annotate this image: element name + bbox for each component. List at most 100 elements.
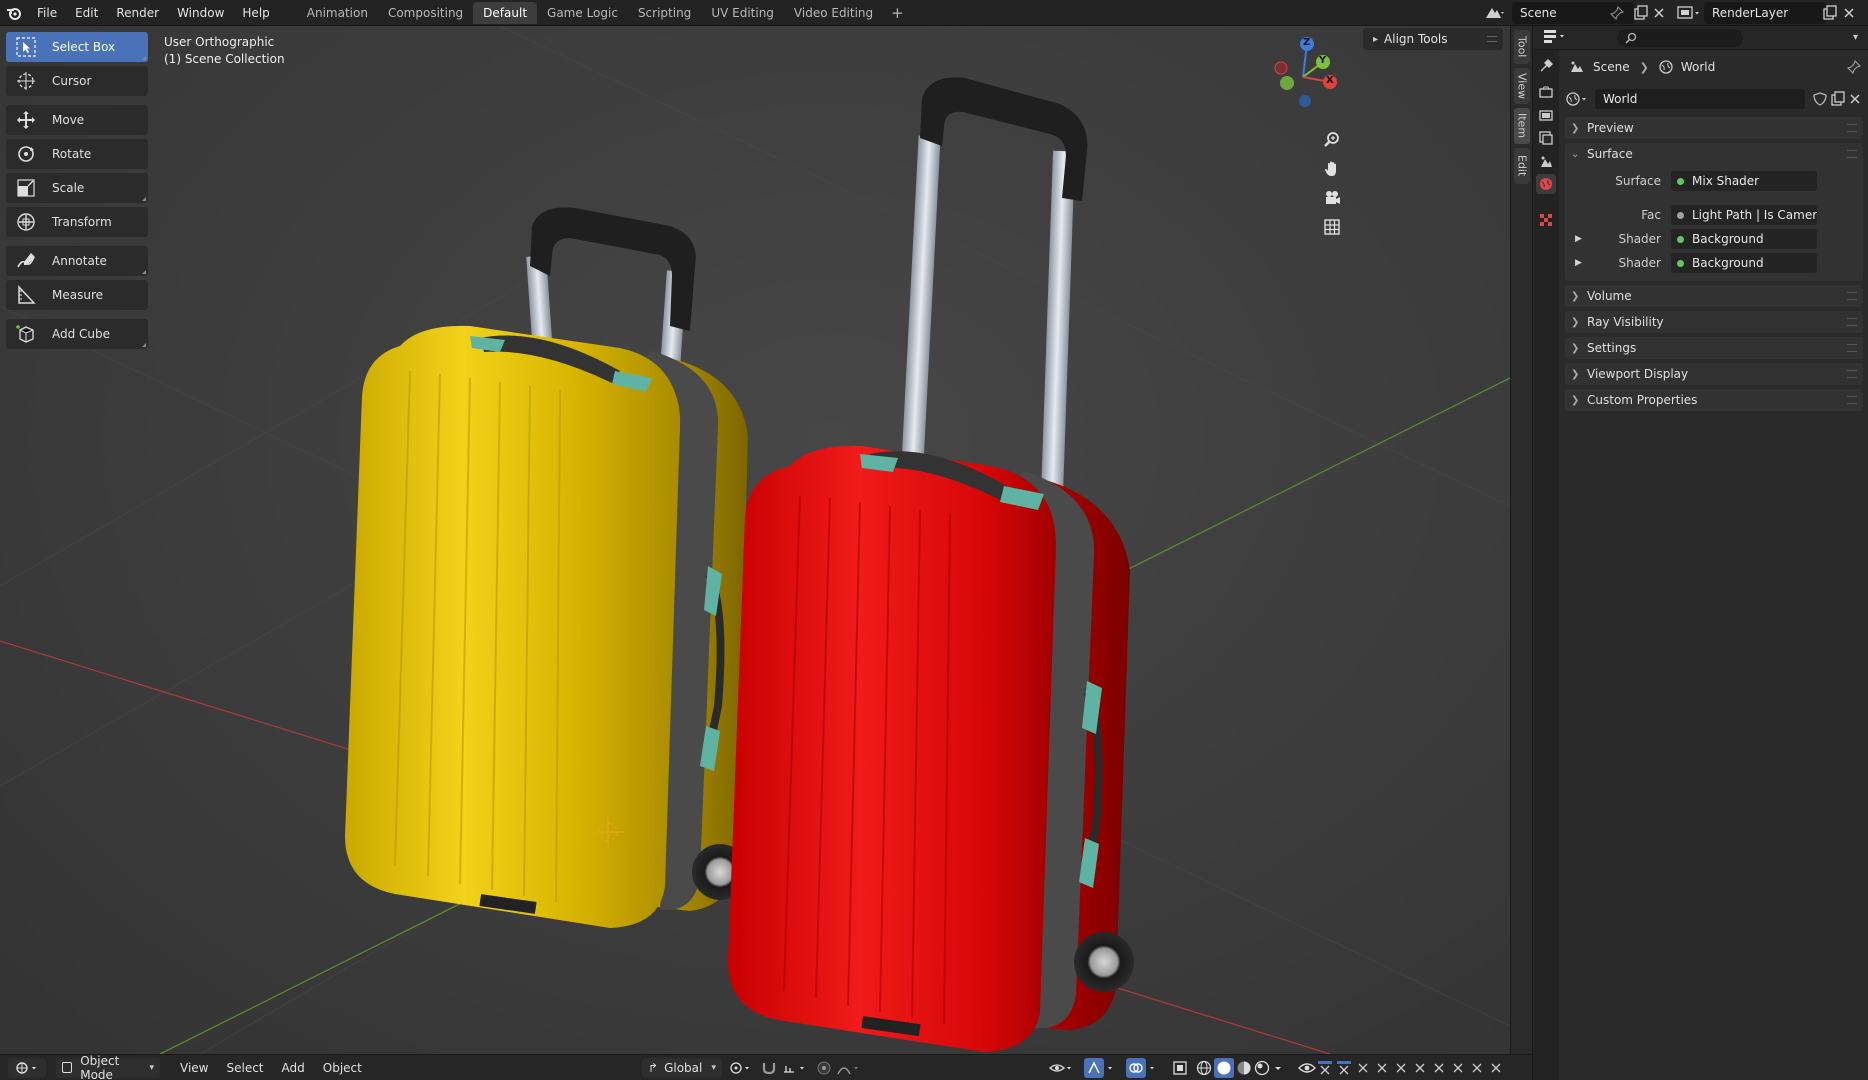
editor-type-icon[interactable] [1543,28,1569,47]
menu-help[interactable]: Help [233,0,278,26]
falloff-icon[interactable] [836,1060,864,1079]
tool-measure[interactable]: Measure [6,280,148,310]
drag-handle-icon[interactable] [1847,344,1857,352]
render-layer-icon[interactable] [1676,4,1702,25]
drag-handle-icon[interactable] [1847,370,1857,378]
tab-edit[interactable]: Edit [1514,148,1530,184]
search-input[interactable] [1617,28,1743,47]
add-workspace-button[interactable]: + [883,4,912,22]
close-icon[interactable] [1470,1061,1484,1075]
visibility-eye-icon[interactable] [1298,1060,1316,1079]
menu-file[interactable]: File [28,0,66,26]
editor-type-button[interactable] [8,1057,46,1078]
proportional-edit-icon[interactable] [816,1060,832,1079]
drag-handle-icon[interactable] [1847,318,1857,326]
breadcrumb-world[interactable]: World [1681,60,1715,74]
expand-triangle-icon[interactable]: ▶ [1575,258,1582,268]
panel-viewport-display[interactable]: ❯ Viewport Display [1565,363,1863,385]
close-icon[interactable] [1318,1061,1332,1075]
new-world-icon[interactable] [1829,91,1847,107]
pivot-point-icon[interactable] [728,1060,754,1079]
blender-logo-icon[interactable] [0,0,28,26]
close-icon[interactable] [1356,1061,1370,1075]
xray-toggle-icon[interactable] [1172,1060,1188,1079]
world-tab-icon[interactable] [1536,174,1556,194]
pan-hand-icon[interactable] [1318,155,1346,183]
unlink-world-icon[interactable] [1847,91,1863,107]
world-browse-icon[interactable] [1565,91,1591,107]
tab-default[interactable]: Default [473,1,538,24]
tool-select-box[interactable]: Select Box [6,32,148,62]
tool-scale[interactable]: Scale [6,173,148,203]
new-scene-icon[interactable] [1633,5,1649,24]
tab-item[interactable]: Item [1514,108,1530,144]
tool-settings-tab-icon[interactable] [1536,56,1556,76]
view-layer-tab-icon[interactable] [1536,128,1556,148]
gizmo-toggle-icon[interactable] [1084,1058,1118,1080]
3d-viewport[interactable]: Select Box Cursor Move Rotate Scale Tran… [0,26,1510,1054]
panel-volume[interactable]: ❯ Volume [1565,285,1863,307]
drag-handle-icon[interactable] [1847,396,1857,404]
overlays-toggle-icon[interactable] [1126,1058,1160,1080]
tab-video-editing[interactable]: Video Editing [784,2,883,24]
render-tab-icon[interactable] [1536,82,1556,102]
pin-icon[interactable] [1609,5,1625,23]
panel-custom-properties[interactable]: ❯ Custom Properties [1565,389,1863,411]
tab-compositing[interactable]: Compositing [378,2,473,24]
breadcrumb-scene[interactable]: Scene [1593,60,1630,74]
perspective-grid-icon[interactable] [1318,213,1346,241]
close-icon[interactable] [1375,1061,1389,1075]
shading-wireframe-icon[interactable] [1196,1060,1212,1079]
shading-material-icon[interactable] [1236,1060,1252,1079]
object-mode-dropdown[interactable]: Object Mode ▾ [56,1054,160,1080]
drag-handle-icon[interactable] [1847,292,1857,300]
tab-animation[interactable]: Animation [297,2,378,24]
pin-icon[interactable] [1847,60,1861,74]
menu-window[interactable]: Window [168,0,233,26]
tool-rotate[interactable]: Rotate [6,139,148,169]
panel-settings[interactable]: ❯ Settings [1565,337,1863,359]
scene-tab-icon[interactable] [1536,152,1556,172]
tab-view[interactable]: View [1514,68,1530,104]
scene-selector-icon[interactable] [1484,4,1508,22]
shading-solid-icon[interactable] [1214,1058,1234,1080]
tool-cursor[interactable]: Cursor [6,66,148,96]
surface-shader-field[interactable]: Mix Shader [1671,171,1817,191]
menu-edit[interactable]: Edit [66,0,107,26]
shading-rendered-icon[interactable] [1254,1060,1270,1079]
tool-transform[interactable]: Transform [6,207,148,237]
menu-view[interactable]: View [174,1058,214,1078]
tab-game-logic[interactable]: Game Logic [537,2,628,24]
shader-field-1[interactable]: Background [1671,229,1817,249]
tool-move[interactable]: Move [6,105,148,135]
menu-render[interactable]: Render [107,0,168,26]
output-tab-icon[interactable] [1536,106,1556,126]
close-icon[interactable] [1432,1061,1446,1075]
close-icon[interactable] [1337,1061,1351,1075]
snap-target-icon[interactable] [782,1060,810,1079]
align-tools-panel[interactable]: ▸ Align Tools [1363,28,1503,50]
drag-handle-icon[interactable] [1487,36,1497,42]
expand-triangle-icon[interactable]: ▶ [1575,234,1582,244]
panel-ray-visibility[interactable]: ❯ Ray Visibility [1565,311,1863,333]
zoom-icon[interactable] [1318,126,1346,154]
drag-handle-icon[interactable] [1847,124,1857,132]
object-visibility-icon[interactable] [1048,1060,1076,1079]
drag-handle-icon[interactable] [1847,150,1857,158]
tool-annotate[interactable]: Annotate [6,246,148,276]
snap-icon[interactable] [760,1060,778,1079]
shading-options-icon[interactable] [1274,1060,1284,1079]
render-layer-field[interactable]: RenderLayer [1704,2,1826,24]
tab-uv-editing[interactable]: UV Editing [701,2,784,24]
tab-tool[interactable]: Tool [1514,30,1530,64]
transform-orientation-dropdown[interactable]: ↱ Global ▾ [642,1058,722,1078]
shader-field-2[interactable]: Background [1671,253,1817,273]
close-icon[interactable] [1413,1061,1427,1075]
world-name-field[interactable]: World [1595,89,1805,109]
close-icon[interactable] [1451,1061,1465,1075]
close-icon[interactable] [1394,1061,1408,1075]
close-icon[interactable] [1489,1061,1503,1075]
chevron-down-icon[interactable]: ▾ [1853,32,1858,43]
tool-add-cube[interactable]: Add Cube [6,319,148,349]
panel-surface-header[interactable]: ⌄ Surface [1565,143,1863,165]
